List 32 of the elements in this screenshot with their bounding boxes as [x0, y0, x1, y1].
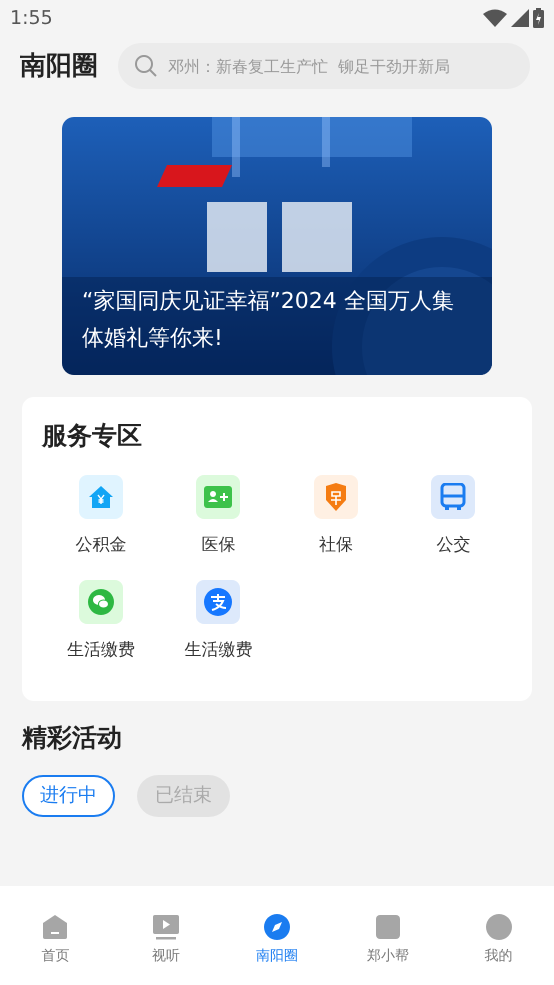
section-title: 精彩活动: [22, 722, 123, 754]
nav-tab[interactable]: 我的: [443, 914, 554, 967]
profile-icon: [486, 914, 512, 940]
nav-tab[interactable]: 郑小帮: [332, 914, 444, 967]
compass-icon: [264, 914, 290, 940]
nav-tab[interactable]: 视听: [110, 914, 222, 967]
bus-icon: [440, 482, 466, 510]
service-label[interactable]: 社保: [318, 532, 353, 558]
signal-icon: [511, 9, 529, 27]
shield-icon: [324, 482, 348, 510]
section-title: 服务专区: [42, 420, 143, 452]
search-icon: [134, 54, 158, 78]
search-field[interactable]: 邓州：新春复工生产忙 铆足干劲开新局: [118, 43, 530, 89]
app-icon: [374, 914, 401, 940]
service-label[interactable]: 医保: [201, 532, 236, 558]
battery-icon: [533, 8, 544, 28]
wifi-icon: [483, 9, 507, 27]
service-label[interactable]: 公交: [436, 532, 470, 558]
filter-tab[interactable]: 进行中: [22, 774, 115, 816]
chat-bubbles-icon: [88, 589, 114, 615]
house-icon: [88, 484, 114, 508]
page-title: 南阳圈: [20, 50, 98, 82]
nav-tab[interactable]: 南阳圈: [222, 914, 332, 967]
video-play-icon: [152, 914, 180, 940]
payment-icon: [204, 588, 232, 616]
service-label[interactable]: 生活缴费: [66, 638, 135, 664]
service-label[interactable]: 生活缴费: [184, 638, 252, 664]
service-label[interactable]: 公积金: [75, 532, 126, 558]
status-time: 1:55: [10, 6, 53, 31]
nav-tab[interactable]: 首页: [0, 914, 111, 967]
home-icon: [42, 914, 68, 940]
id-card-icon: [204, 486, 232, 508]
